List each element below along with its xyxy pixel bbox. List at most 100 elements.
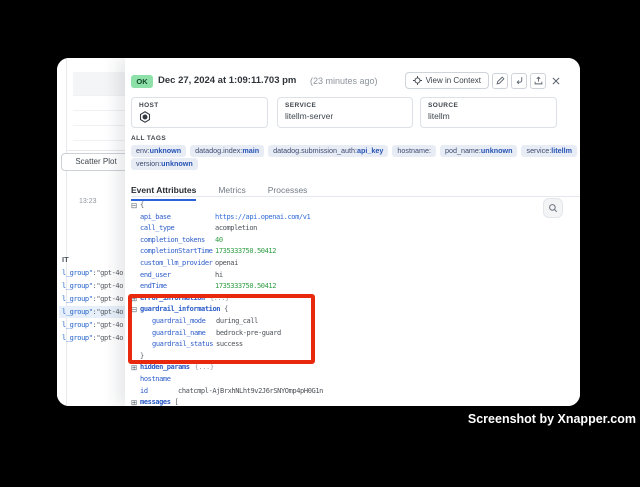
json-key[interactable]: api_base [140, 212, 215, 224]
json-key[interactable]: id [140, 386, 178, 398]
source-card[interactable]: SOURCE litellm [420, 97, 557, 128]
export-icon [534, 76, 543, 85]
close-button[interactable] [549, 74, 563, 88]
json-value[interactable]: during_call [216, 317, 258, 325]
trace-icon [515, 76, 524, 85]
tag-key: datadog.submission_auth: [273, 146, 357, 155]
json-value-link[interactable]: https://api.openai.com/v1 [215, 213, 310, 221]
tab-processes[interactable]: Processes [268, 185, 308, 199]
divider [67, 150, 125, 151]
tag-pill[interactable]: datadog.submission_auth:api_key [268, 145, 388, 157]
tag-pill[interactable]: pod_name:unknown [440, 145, 518, 157]
json-key[interactable]: messages [140, 397, 171, 406]
event-detail-panel: OK Dec 27, 2024 at 1:09:11.703 pm (23 mi… [125, 58, 580, 406]
tree-row: api_basehttps://api.openai.com/v1 [131, 212, 550, 224]
time-axis-tick: 13:23 [79, 198, 97, 205]
expand-icon[interactable] [131, 293, 137, 305]
tag-pill[interactable]: service:litellm [521, 145, 577, 157]
scope-icon [413, 76, 422, 85]
status-badge: OK [131, 75, 153, 88]
event-timestamp: Dec 27, 2024 at 1:09:11.703 pm [158, 75, 296, 86]
source-label: SOURCE [428, 102, 549, 109]
tree-row: completionStartTime1735333750.50412 [131, 246, 550, 258]
log-list-item[interactable]: l_group":"gpt-4o [59, 332, 125, 344]
collapse-icon[interactable] [131, 200, 137, 212]
tab-metrics[interactable]: Metrics [218, 185, 245, 199]
log-list-item[interactable]: l_group":"gpt-4o [59, 319, 125, 331]
tag-value: api_key [357, 146, 383, 155]
view-in-context-button[interactable]: View in Context [405, 72, 489, 89]
tags-row: env:unknown datadog.index:main datadog.s… [131, 145, 564, 157]
tag-value: main [242, 146, 259, 155]
edit-button[interactable] [492, 73, 508, 89]
json-value[interactable]: bedrock-pre-guard [216, 329, 281, 337]
expand-icon[interactable] [131, 362, 137, 374]
host-card[interactable]: HOST [131, 97, 268, 128]
tag-pill[interactable]: hostname: [392, 145, 436, 157]
json-value[interactable]: chatcmpl-AjBrxhNLht9v2J6rSNYOmp4pH0G1n [178, 387, 323, 395]
collapse-icon[interactable] [131, 304, 137, 316]
tree-row-root: { [131, 200, 550, 212]
json-value[interactable]: 1735333750.50412 [215, 247, 276, 255]
scatter-plot-button[interactable]: Scatter Plot [61, 153, 131, 171]
divider [66, 58, 67, 406]
json-value[interactable]: 40 [215, 236, 223, 244]
json-value[interactable]: hi [215, 271, 223, 279]
tag-pill[interactable]: env:unknown [131, 145, 186, 157]
tree-row: completion_tokens40 [131, 235, 550, 247]
tag-value: unknown [161, 159, 193, 168]
view-in-context-label: View in Context [426, 76, 481, 85]
log-key: l_group" [62, 295, 93, 303]
background-panel [73, 72, 125, 96]
json-value[interactable]: success [216, 340, 243, 348]
tree-row-collapsed: messages[ [131, 397, 550, 406]
pencil-icon [496, 76, 505, 85]
json-key[interactable]: hidden_params [140, 362, 190, 374]
json-key[interactable]: guardrail_mode [152, 316, 216, 328]
log-value: :"gpt-4o [93, 321, 124, 329]
log-value: :"gpt-4o [93, 334, 124, 342]
background-page: Scatter Plot 13:23 IT l_group":"gpt-4o l… [57, 58, 125, 406]
related-trace-button[interactable] [511, 73, 527, 89]
log-key: l_group" [62, 269, 93, 277]
json-key[interactable]: guardrail_information [140, 304, 220, 316]
json-value[interactable]: 1735333750.50412 [215, 282, 276, 290]
tree-row: idchatcmpl-AjBrxhNLht9v2J6rSNYOmp4pH0G1n [131, 386, 550, 398]
json-key[interactable]: call_type [140, 223, 215, 235]
tree-row: call_typeacompletion [131, 223, 550, 235]
json-value[interactable]: acompletion [215, 224, 257, 232]
close-icon [551, 76, 561, 86]
tree-row-expanded: guardrail_information{ [131, 304, 550, 316]
service-label: SERVICE [285, 102, 405, 109]
log-list-item[interactable]: l_group":"gpt-4o [59, 267, 125, 279]
json-key[interactable]: guardrail_status [152, 339, 216, 351]
service-card[interactable]: SERVICE litellm-server [277, 97, 413, 128]
tree-row-collapsed: hidden_params {...} [131, 362, 550, 374]
header-actions: View in Context [405, 72, 563, 89]
json-key[interactable]: end_user [140, 270, 215, 282]
json-value[interactable]: openai [215, 259, 238, 267]
tag-pill[interactable]: version:unknown [131, 158, 198, 170]
json-brace: { [140, 201, 144, 209]
log-list-item-selected[interactable]: l_group":"gpt-4o [59, 306, 125, 318]
tag-pill[interactable]: datadog.index:main [190, 145, 264, 157]
json-preview: {...} [195, 363, 214, 371]
expand-icon[interactable] [131, 397, 137, 406]
log-list-item[interactable]: l_group":"gpt-4o [59, 280, 125, 292]
json-key[interactable]: guardrail_name [152, 328, 216, 340]
log-value: :"gpt-4o [93, 282, 124, 290]
json-key[interactable]: completion_tokens [140, 235, 215, 247]
log-key: l_group" [62, 282, 93, 290]
json-key[interactable]: error_information [140, 293, 205, 305]
tree-row: endTime1735333750.50412 [131, 281, 550, 293]
tab-bar: Event AttributesMetricsProcesses [131, 180, 580, 197]
hexagon-host-icon [139, 110, 260, 128]
log-list-item[interactable]: l_group":"gpt-4o [59, 293, 125, 305]
tree-row: custom_llm_provideropenai [131, 258, 550, 270]
json-key[interactable]: endTime [140, 281, 215, 293]
json-key[interactable]: custom_llm_provider [140, 258, 215, 270]
json-key[interactable]: completionStartTime [140, 246, 215, 258]
export-button[interactable] [530, 73, 546, 89]
tab-event-attributes[interactable]: Event Attributes [131, 185, 196, 201]
json-key[interactable]: hostname [140, 374, 178, 386]
